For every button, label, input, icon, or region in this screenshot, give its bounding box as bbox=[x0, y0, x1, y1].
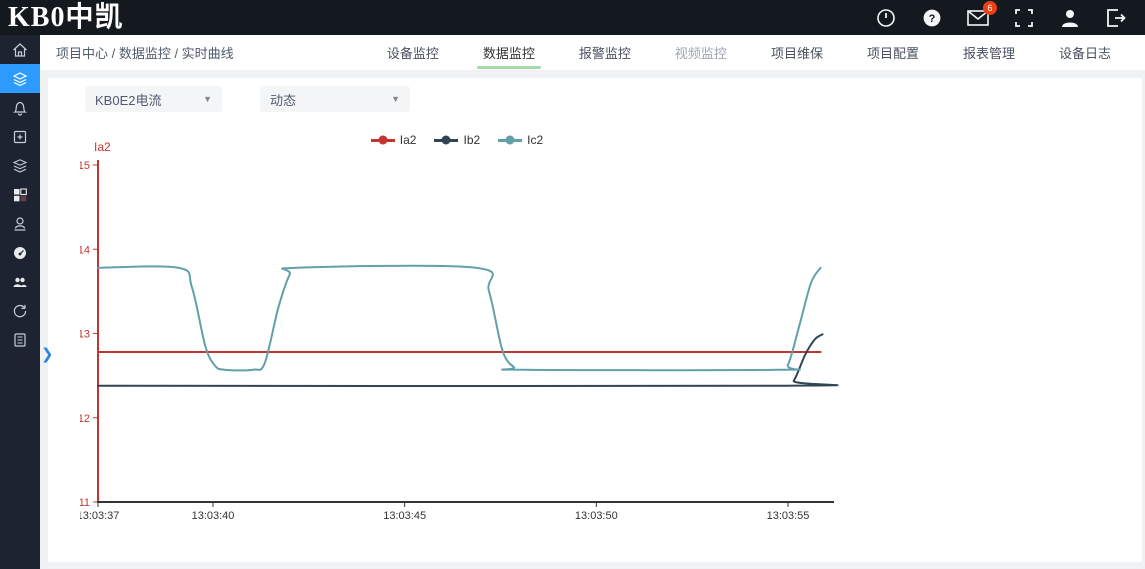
app-logo: KB0中凯 bbox=[8, 2, 124, 33]
sync-icon bbox=[13, 304, 27, 317]
user-icon[interactable] bbox=[1059, 7, 1081, 29]
svg-text:?: ? bbox=[929, 13, 936, 25]
sidebar-item-log[interactable] bbox=[0, 325, 40, 354]
header-icon-group: ? 6 bbox=[875, 0, 1145, 29]
svg-text:13:03:50: 13:03:50 bbox=[575, 510, 618, 522]
sidebar-item-add-window[interactable] bbox=[0, 122, 40, 151]
power-icon[interactable] bbox=[875, 7, 897, 29]
tab-report-management[interactable]: 报表管理 bbox=[941, 34, 1037, 71]
help-icon[interactable]: ? bbox=[921, 7, 943, 29]
stack-icon bbox=[12, 158, 28, 173]
sidebar-item-alarm[interactable] bbox=[0, 93, 40, 122]
legend-marker-icon bbox=[370, 135, 395, 145]
logout-icon[interactable] bbox=[1105, 7, 1127, 29]
svg-text:15: 15 bbox=[80, 160, 90, 172]
tab-device-log[interactable]: 设备日志 bbox=[1037, 34, 1133, 71]
sidebar-nav bbox=[0, 35, 40, 569]
log-icon bbox=[14, 332, 26, 347]
legend-item-Ia2[interactable]: Ia2 bbox=[370, 133, 417, 147]
tab-project-maintenance[interactable]: 项目维保 bbox=[749, 34, 845, 71]
breadcrumb: 项目中心 / 数据监控 / 实时曲线 bbox=[56, 46, 234, 61]
chart-legend: Ia2 Ib2 Ic2 bbox=[80, 133, 834, 147]
home-icon bbox=[13, 42, 27, 57]
layers-icon bbox=[12, 71, 28, 86]
add-window-icon bbox=[13, 130, 27, 143]
dashboard-icon bbox=[14, 187, 27, 201]
legend-label: Ic2 bbox=[527, 133, 544, 147]
filter-row: KB0E2电流 ▼ 动态 ▼ bbox=[48, 78, 1142, 112]
mail-badge: 6 bbox=[983, 0, 997, 15]
tab-data-monitor[interactable]: 数据监控 bbox=[461, 34, 557, 71]
tab-video-monitor[interactable]: 视频监控 bbox=[653, 34, 749, 71]
sidebar-item-home[interactable] bbox=[0, 35, 40, 64]
legend-marker-icon bbox=[434, 135, 459, 145]
tab-alarm-monitor[interactable]: 报警监控 bbox=[557, 34, 653, 71]
legend-marker-icon bbox=[498, 135, 523, 145]
bell-icon bbox=[13, 101, 27, 116]
svg-text:13:03:40: 13:03:40 bbox=[192, 510, 235, 522]
legend-item-Ic2[interactable]: Ic2 bbox=[498, 133, 543, 147]
svg-text:14: 14 bbox=[80, 244, 90, 256]
team-icon bbox=[13, 277, 27, 287]
sidebar-item-gauge[interactable] bbox=[0, 238, 40, 267]
sidebar-item-dashboard[interactable] bbox=[0, 180, 40, 209]
breadcrumb-tab-bar: 项目中心 / 数据监控 / 实时曲线 设备监控 数据监控 报警监控 视频监控 项… bbox=[40, 35, 1145, 70]
sidebar-item-data-monitor[interactable] bbox=[0, 64, 40, 93]
top-nav-tabs: 设备监控 数据监控 报警监控 视频监控 项目维保 项目配置 报表管理 设备日志 bbox=[365, 34, 1145, 71]
legend-label: Ib2 bbox=[463, 133, 481, 147]
sidebar-item-stack[interactable] bbox=[0, 151, 40, 180]
user-icon bbox=[14, 216, 26, 231]
mode-select[interactable]: 动态 ▼ bbox=[260, 86, 410, 112]
svg-text:11: 11 bbox=[80, 497, 90, 509]
svg-text:12: 12 bbox=[80, 413, 90, 425]
realtime-chart: Ia2 Ib2 Ic2 11 12 13 14 15 Ia2 13:03:37 13:03:40 1… bbox=[80, 133, 870, 533]
tab-project-config[interactable]: 项目配置 bbox=[845, 34, 941, 71]
sidebar-expand-chevron-icon[interactable]: ❯ bbox=[41, 347, 54, 362]
gauge-icon bbox=[14, 246, 26, 259]
legend-label: Ia2 bbox=[399, 133, 417, 147]
mode-select-value: 动态 bbox=[270, 92, 297, 108]
sidebar-item-team[interactable] bbox=[0, 267, 40, 296]
legend-item-Ib2[interactable]: Ib2 bbox=[434, 133, 480, 147]
sidebar-item-user[interactable] bbox=[0, 209, 40, 238]
svg-text:13:03:45: 13:03:45 bbox=[383, 510, 426, 522]
chevron-down-icon: ▼ bbox=[203, 94, 212, 104]
content-panel: KB0E2电流 ▼ 动态 ▼ Ia2 Ib2 Ic2 11 12 13 14 15 Ia2 13… bbox=[48, 78, 1142, 562]
tab-device-monitor[interactable]: 设备监控 bbox=[365, 34, 461, 71]
chevron-down-icon: ▼ bbox=[391, 94, 400, 104]
realtime-chart-svg: 1112131415Ia213:03:37 13:03:40 13:03:45 13:… bbox=[80, 140, 839, 522]
app-header: KB0中凯 ? 6 bbox=[0, 0, 1145, 35]
device-select-value: KB0E2电流 bbox=[95, 92, 162, 108]
svg-text:13: 13 bbox=[80, 329, 90, 341]
mail-icon[interactable]: 6 bbox=[967, 0, 997, 29]
svg-text:13:03:37: 13:03:37 bbox=[80, 510, 119, 522]
device-select[interactable]: KB0E2电流 ▼ bbox=[85, 86, 222, 112]
svg-text:13:03:55: 13:03:55 bbox=[767, 510, 810, 522]
fullscreen-icon[interactable] bbox=[1013, 7, 1035, 29]
sidebar-item-sync[interactable] bbox=[0, 296, 40, 325]
